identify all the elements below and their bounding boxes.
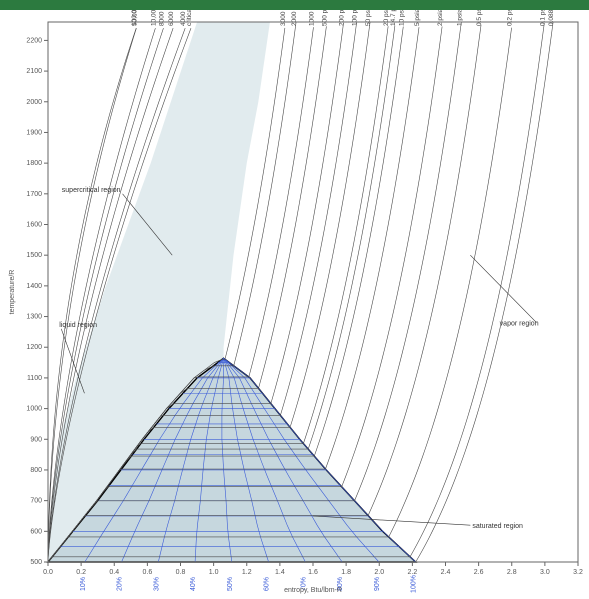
isobar-label: 1 psia [456, 10, 463, 26]
annotation-liquid: liquid region [59, 322, 97, 329]
x-tick-label: 1.4 [275, 569, 285, 576]
x-tick-label: 0.8 [176, 569, 186, 576]
isobar-label: 50 psia [365, 10, 372, 26]
x-tick-label: 1.6 [308, 569, 318, 576]
y-tick-label: 2000 [26, 99, 42, 106]
y-tick-label: 1200 [26, 344, 42, 351]
isobar-label: 0.1 psia [539, 10, 546, 26]
y-tick-label: 1600 [26, 222, 42, 229]
x-tick-label: 3.2 [573, 569, 583, 576]
x-tick-label: 0.2 [76, 569, 86, 576]
quality-tick: 60% [264, 577, 271, 591]
quality-tick: 100% [411, 575, 418, 593]
isobar-label: critical 3200 psia [186, 10, 193, 26]
y-tick-label: 2200 [26, 37, 42, 44]
y-tick-label: 700 [30, 498, 42, 505]
x-tick-label: 2.6 [474, 569, 484, 576]
annotation-saturated: saturated region [472, 523, 523, 530]
annotation-vapor: vapor region [500, 321, 539, 328]
x-tick-label: 1.2 [242, 569, 252, 576]
y-tick-label: 1800 [26, 160, 42, 167]
isobar-label: 2000 psia [291, 10, 298, 26]
y-tick-label: 1900 [26, 129, 42, 136]
x-tick-label: 0.6 [143, 569, 153, 576]
y-tick-label: 1700 [26, 191, 42, 198]
quality-tick: 30% [153, 577, 160, 591]
quality-tick: 50% [227, 577, 234, 591]
quality-tick: 10% [80, 577, 87, 591]
y-tick-label: 2100 [26, 68, 42, 75]
isobar-label: 0.5 psia [476, 10, 483, 26]
isobar-label: 0.0887 psia [548, 10, 555, 26]
y-tick-label: 600 [30, 528, 42, 535]
isobar-label: 5 psia [414, 10, 421, 26]
y-axis-label: temperature/R [9, 270, 16, 315]
y-tick-label: 1400 [26, 283, 42, 290]
x-tick-label: 2.2 [408, 569, 418, 576]
isobar-label: 100 psia [352, 10, 359, 26]
x-tick-label: 3.0 [540, 569, 550, 576]
isobar-label: 2 psia [437, 10, 444, 26]
isobar-label: 50,000 psia [131, 10, 138, 26]
x-tick-label: 0.0 [43, 569, 53, 576]
x-tick-label: 0.4 [109, 569, 119, 576]
x-tick-label: 1.0 [209, 569, 219, 576]
ts-diagram: 10%20%30%40%50%60%70%80%90%100%100,000 p… [0, 10, 589, 599]
y-tick-label: 1100 [27, 375, 42, 382]
y-tick-label: 900 [30, 436, 42, 443]
isobar-label: 10 psia [398, 10, 405, 26]
x-tick-label: 2.8 [507, 569, 517, 576]
x-tick-label: 1.8 [341, 569, 351, 576]
quality-tick: 90% [374, 577, 381, 591]
isobar-label: 0.2 psia [507, 10, 514, 26]
y-tick-label: 500 [30, 559, 42, 566]
x-tick-label: 2.4 [441, 569, 451, 576]
y-tick-label: 800 [30, 467, 42, 474]
quality-tick: 40% [190, 577, 197, 591]
isobar-label: 6000 psia [168, 10, 175, 26]
isobar-label: 3000 psia [280, 10, 287, 26]
x-axis-label: entropy, Btu/lbm-R [284, 587, 342, 594]
quality-tick: 20% [117, 577, 124, 591]
isobar-label: 1000 psia [308, 10, 315, 26]
isobar-label: 500 psia [321, 10, 328, 26]
isobar-label: 200 psia [339, 10, 346, 26]
isobar-label: 14.7 psia [390, 10, 397, 26]
y-tick-label: 1500 [26, 252, 42, 259]
y-tick-label: 1000 [26, 406, 42, 413]
header-accent [0, 0, 589, 10]
isobar-label: 10,000 psia [150, 10, 157, 26]
y-tick-label: 1300 [26, 314, 42, 321]
x-tick-label: 2.0 [374, 569, 384, 576]
annotation-supercritical: supercritical region [62, 187, 121, 194]
isobar-label: 8000 psia [158, 10, 165, 26]
